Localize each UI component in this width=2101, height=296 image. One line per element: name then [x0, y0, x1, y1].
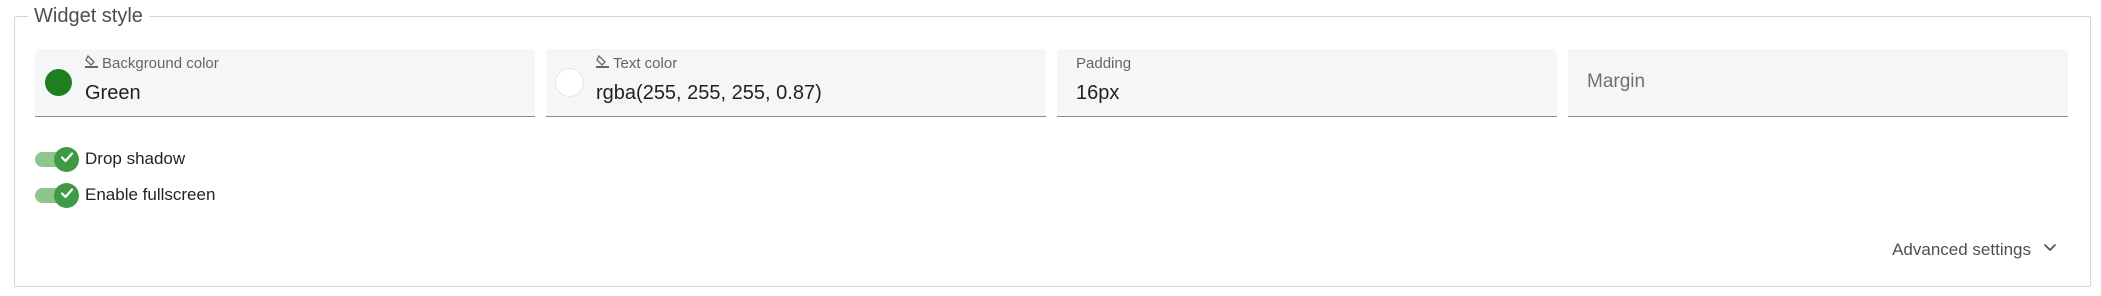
chevron-down-icon: [2041, 238, 2059, 261]
padding-label: Padding: [1076, 55, 1132, 72]
background-color-swatch[interactable]: [45, 69, 72, 96]
padding-value: 16px: [1076, 82, 1120, 104]
enable-fullscreen-label: Enable fullscreen: [85, 185, 216, 204]
drop-shadow-toggle-row[interactable]: Drop shadow: [35, 147, 186, 172]
text-color-swatch[interactable]: [556, 69, 583, 96]
padding-field[interactable]: Padding 16px: [1057, 49, 1557, 117]
color-text-icon: [596, 54, 609, 72]
advanced-settings-toggle[interactable]: Advanced settings: [1892, 238, 2059, 261]
color-fill-icon: [85, 54, 98, 72]
style-fields-row: Background color Green Text color rgba(2…: [35, 49, 2068, 117]
drop-shadow-label: Drop shadow: [85, 149, 186, 168]
text-color-value: rgba(255, 255, 255, 0.87): [596, 82, 822, 104]
text-color-label: Text color: [613, 55, 678, 72]
section-title: Widget style: [28, 4, 149, 28]
text-color-label-row: Text color: [596, 54, 678, 72]
margin-placeholder: Margin: [1587, 71, 1646, 92]
background-color-value: Green: [85, 82, 141, 104]
margin-field[interactable]: Margin: [1568, 49, 2068, 117]
advanced-settings-label: Advanced settings: [1892, 239, 2031, 259]
background-color-field[interactable]: Background color Green: [35, 49, 535, 117]
toggle-thumb: [54, 147, 79, 172]
padding-label-row: Padding: [1076, 55, 1131, 72]
background-color-label: Background color: [102, 55, 219, 72]
enable-fullscreen-toggle-row[interactable]: Enable fullscreen: [35, 183, 216, 208]
check-icon: [59, 149, 75, 170]
drop-shadow-toggle[interactable]: [35, 147, 81, 172]
check-icon: [59, 185, 75, 206]
text-color-field[interactable]: Text color rgba(255, 255, 255, 0.87): [546, 49, 1046, 117]
enable-fullscreen-toggle[interactable]: [35, 183, 81, 208]
toggle-thumb: [54, 183, 79, 208]
background-color-label-row: Background color: [85, 54, 219, 72]
